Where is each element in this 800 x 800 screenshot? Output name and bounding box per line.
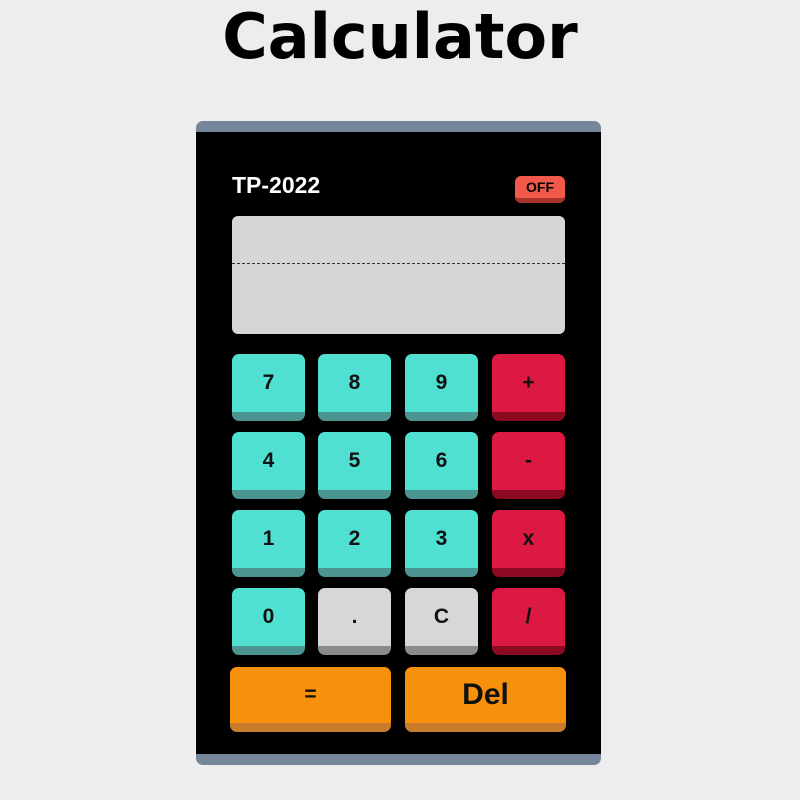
key-4[interactable]: 4 — [232, 432, 305, 499]
key-plus[interactable]: + — [492, 354, 565, 421]
display-divider — [232, 263, 565, 264]
key-equals[interactable]: = — [230, 667, 391, 732]
key-2[interactable]: 2 — [318, 510, 391, 577]
key-9[interactable]: 9 — [405, 354, 478, 421]
power-off-button[interactable]: OFF — [515, 176, 565, 203]
key-clear[interactable]: C — [405, 588, 478, 655]
page-title: Calculator — [222, 0, 578, 73]
calculator-body: TP-2022 OFF 7 8 9 + 4 5 6 - 1 2 3 x 0 . … — [196, 121, 601, 765]
key-6[interactable]: 6 — [405, 432, 478, 499]
key-3[interactable]: 3 — [405, 510, 478, 577]
key-minus[interactable]: - — [492, 432, 565, 499]
key-multiply[interactable]: x — [492, 510, 565, 577]
key-1[interactable]: 1 — [232, 510, 305, 577]
key-8[interactable]: 8 — [318, 354, 391, 421]
key-5[interactable]: 5 — [318, 432, 391, 499]
display-screen — [232, 216, 565, 334]
key-0[interactable]: 0 — [232, 588, 305, 655]
key-delete[interactable]: Del — [405, 667, 566, 732]
key-divide[interactable]: / — [492, 588, 565, 655]
key-decimal[interactable]: . — [318, 588, 391, 655]
model-label: TP-2022 — [232, 172, 321, 198]
key-7[interactable]: 7 — [232, 354, 305, 421]
